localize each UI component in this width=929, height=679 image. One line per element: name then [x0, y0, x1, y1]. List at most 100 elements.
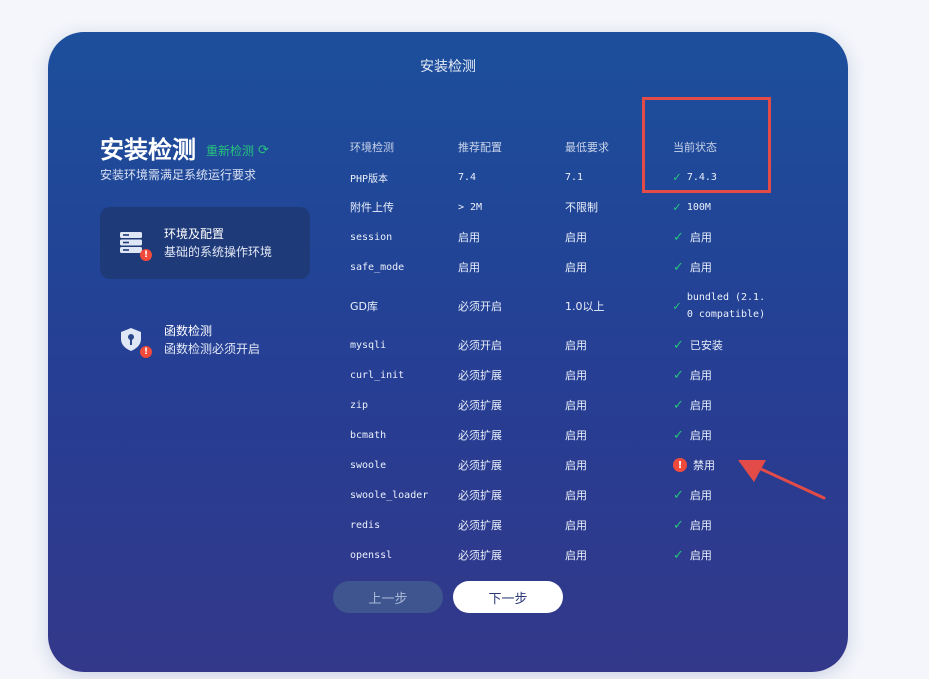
- column-header: 环境检测: [350, 141, 394, 154]
- check-name: safe_mode: [350, 261, 405, 273]
- prev-step-button[interactable]: 上一步: [333, 581, 443, 613]
- table-row: bcmath 必须扩展 启用 ✓ 启用: [350, 420, 790, 450]
- recheck-label: 重新检测: [206, 144, 255, 158]
- status-cell: ✓ 启用: [673, 252, 793, 282]
- minimum-value: 启用: [565, 231, 587, 244]
- recommended-value: 必须扩展: [458, 519, 502, 532]
- status-cell: ✓ 启用: [673, 420, 793, 450]
- recommended-value: > 2M: [458, 201, 483, 213]
- page-subtitle: 安装环境需满足系统运行要求: [100, 168, 257, 182]
- next-step-button[interactable]: 下一步: [453, 581, 563, 613]
- recommended-value: 必须扩展: [458, 549, 502, 562]
- check-icon: ✓: [673, 199, 681, 215]
- error-icon: !: [673, 458, 687, 472]
- recommended-value: 必须开启: [458, 339, 502, 352]
- minimum-value: 启用: [565, 489, 587, 502]
- status-cell: ✓ 100M: [673, 192, 793, 222]
- check-icon: ✓: [673, 259, 684, 275]
- step-functions[interactable]: ! 函数检测 函数检测必须开启: [100, 304, 310, 376]
- step-title: 函数检测: [164, 324, 213, 338]
- recommended-value: 启用: [458, 261, 480, 274]
- check-icon: ✓: [673, 547, 684, 563]
- check-name: zip: [350, 399, 369, 411]
- table-row: swoole 必须扩展 启用 ! 禁用: [350, 450, 790, 480]
- check-icon: ✓: [673, 517, 684, 533]
- table-row: openssl 必须扩展 启用 ✓ 启用: [350, 540, 790, 570]
- error-badge-icon: !: [140, 346, 152, 358]
- error-badge-icon: !: [140, 249, 152, 261]
- check-name: session: [350, 231, 393, 243]
- status-text: 启用: [689, 429, 712, 442]
- status-cell: ✓ 启用: [673, 540, 793, 570]
- check-icon: ✓: [673, 427, 684, 443]
- check-icon: ✓: [673, 397, 684, 413]
- check-name: GD库: [350, 300, 378, 313]
- check-icon: ✓: [673, 298, 681, 314]
- check-icon: ✓: [673, 229, 684, 245]
- table-row: mysqli 必须开启 启用 ✓ 已安装: [350, 330, 790, 360]
- check-name: curl_init: [350, 369, 405, 381]
- environment-check-table: 环境检测 推荐配置 最低要求 当前状态 PHP版本 7.4 7.1 ✓ 7.4.…: [350, 132, 790, 570]
- status-cell: ✓ 7.4.3: [673, 162, 793, 192]
- recommended-value: 必须开启: [458, 300, 502, 313]
- page-title: 安装检测: [100, 135, 196, 164]
- table-row: redis 必须扩展 启用 ✓ 启用: [350, 510, 790, 540]
- table-row: GD库 必须开启 1.0以上 ✓ bundled (2.1. 0 compatib…: [350, 282, 790, 330]
- server-icon: !: [118, 229, 152, 261]
- check-name: bcmath: [350, 429, 387, 441]
- status-text: 已安装: [689, 339, 723, 352]
- minimum-value: 启用: [565, 459, 587, 472]
- table-row: swoole_loader 必须扩展 启用 ✓ 启用: [350, 480, 790, 510]
- status-text: 启用: [689, 549, 712, 562]
- refresh-icon: ⟳: [258, 143, 269, 158]
- check-name: mysqli: [350, 339, 387, 351]
- install-check-panel: 安装检测 安装检测 重新检测 ⟳ 安装环境需满足系统运行要求 ! 环境及配置 基…: [48, 32, 848, 672]
- window-title: 安装检测: [420, 59, 476, 75]
- shield-icon: !: [118, 326, 152, 358]
- status-cell: ✓ bundled (2.1. 0 compatible): [673, 282, 793, 330]
- step-description: 函数检测必须开启: [164, 342, 261, 356]
- check-name: openssl: [350, 549, 393, 561]
- annotation-arrow-icon: [738, 460, 826, 500]
- recommended-value: 必须扩展: [458, 429, 502, 442]
- status-text: bundled (2.1. 0 compatible): [686, 292, 766, 320]
- step-title: 环境及配置: [164, 227, 225, 241]
- status-text: 100M: [686, 201, 711, 213]
- status-text: 禁用: [693, 459, 715, 472]
- recommended-value: 7.4: [458, 171, 477, 183]
- status-text: 7.4.3: [686, 171, 717, 183]
- check-name: PHP版本: [350, 173, 389, 185]
- minimum-value: 启用: [565, 519, 587, 532]
- table-row: safe_mode 启用 启用 ✓ 启用: [350, 252, 790, 282]
- minimum-value: 启用: [565, 261, 587, 274]
- minimum-value: 启用: [565, 429, 587, 442]
- recommended-value: 必须扩展: [458, 399, 502, 412]
- check-name: swoole: [350, 459, 387, 471]
- status-cell: ✓ 启用: [673, 510, 793, 540]
- check-icon: ✓: [673, 367, 684, 383]
- recommended-value: 必须扩展: [458, 369, 502, 382]
- table-row: session 启用 启用 ✓ 启用: [350, 222, 790, 252]
- status-text: 启用: [689, 399, 712, 412]
- minimum-value: 启用: [565, 369, 587, 382]
- recommended-value: 必须扩展: [458, 489, 502, 502]
- table-row: curl_init 必须扩展 启用 ✓ 启用: [350, 360, 790, 390]
- recommended-value: 必须扩展: [458, 459, 502, 472]
- status-cell: ✓ 启用: [673, 360, 793, 390]
- table-row: PHP版本 7.4 7.1 ✓ 7.4.3: [350, 162, 790, 192]
- minimum-value: 1.0以上: [565, 300, 605, 313]
- minimum-value: 启用: [565, 549, 587, 562]
- column-header: 最低要求: [565, 141, 609, 154]
- check-name: swoole_loader: [350, 489, 429, 501]
- status-text: 启用: [689, 231, 712, 244]
- table-header: 环境检测 推荐配置 最低要求 当前状态: [350, 132, 790, 162]
- recheck-link[interactable]: 重新检测 ⟳: [206, 142, 269, 159]
- minimum-value: 7.1: [565, 171, 584, 183]
- status-text: 启用: [689, 489, 712, 502]
- minimum-value: 启用: [565, 399, 587, 412]
- check-icon: ✓: [673, 169, 681, 185]
- step-description: 基础的系统操作环境: [164, 245, 273, 259]
- status-cell: ✓ 启用: [673, 390, 793, 420]
- step-environment[interactable]: ! 环境及配置 基础的系统操作环境: [100, 207, 310, 279]
- check-name: redis: [350, 519, 381, 531]
